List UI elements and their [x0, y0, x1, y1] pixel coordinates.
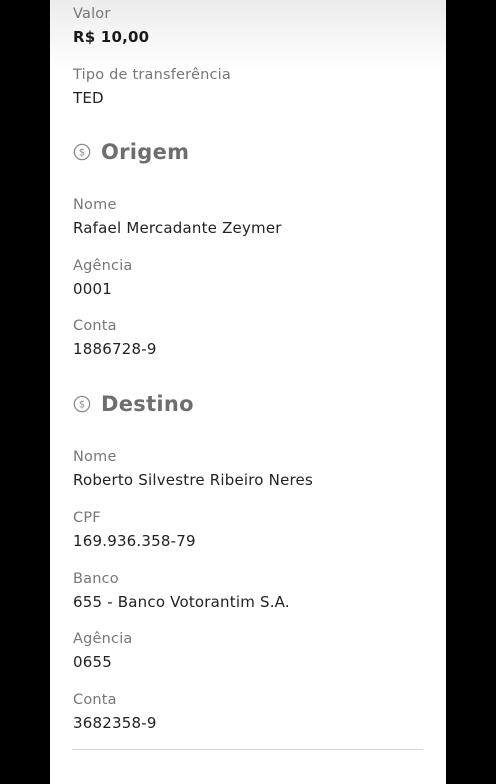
origin-agency-field: Agência 0001: [73, 257, 133, 298]
destination-account-label: Conta: [73, 692, 117, 708]
destination-bank-value: 655 - Banco Votorantim S.A.: [73, 593, 290, 611]
transfer-type-field: Tipo de transferência TED: [73, 66, 231, 107]
origin-agency-value: 0001: [73, 280, 112, 298]
destination-account-field: Conta 3682358-9: [73, 691, 157, 732]
destination-section-header: $ Destino: [73, 392, 194, 416]
origin-name-field: Nome Rafael Mercadante Zeymer: [73, 196, 282, 237]
destination-cpf-label: CPF: [73, 510, 101, 526]
origin-name-value: Rafael Mercadante Zeymer: [73, 219, 282, 237]
amount-label: Valor: [73, 6, 111, 22]
origin-account-field: Conta 1886728-9: [73, 317, 157, 358]
origin-title: Origem: [101, 140, 190, 164]
origin-name-label: Nome: [73, 197, 117, 213]
destination-cpf-field: CPF 169.936.358-79: [73, 509, 196, 550]
origin-account-value: 1886728-9: [73, 340, 157, 358]
destination-cpf-value: 169.936.358-79: [73, 532, 196, 550]
dollar-coin-icon: $: [73, 395, 91, 413]
destination-agency-field: Agência 0655: [73, 630, 133, 671]
amount-field: Valor R$ 10,00: [73, 5, 149, 46]
origin-account-label: Conta: [73, 318, 117, 334]
destination-name-label: Nome: [73, 449, 117, 465]
origin-section-header: $ Origem: [73, 140, 189, 164]
destination-bank-field: Banco 655 - Banco Votorantim S.A.: [73, 570, 290, 611]
destination-name-field: Nome Roberto Silvestre Ribeiro Neres: [73, 448, 313, 489]
transfer-type-value: TED: [73, 89, 104, 107]
destination-bank-label: Banco: [73, 571, 119, 587]
bottom-divider: [72, 749, 423, 750]
destination-agency-value: 0655: [73, 653, 112, 671]
transfer-type-label: Tipo de transferência: [73, 67, 232, 83]
destination-name-value: Roberto Silvestre Ribeiro Neres: [73, 471, 313, 489]
amount-value: R$ 10,00: [73, 28, 150, 46]
svg-text:$: $: [79, 400, 85, 411]
dollar-coin-icon: $: [73, 143, 91, 161]
destination-agency-label: Agência: [73, 631, 133, 647]
receipt-panel: Valor R$ 10,00 Tipo de transferência TED…: [50, 0, 446, 784]
svg-text:$: $: [79, 148, 85, 159]
destination-title: Destino: [101, 392, 194, 416]
origin-agency-label: Agência: [73, 258, 133, 274]
destination-account-value: 3682358-9: [73, 714, 157, 732]
